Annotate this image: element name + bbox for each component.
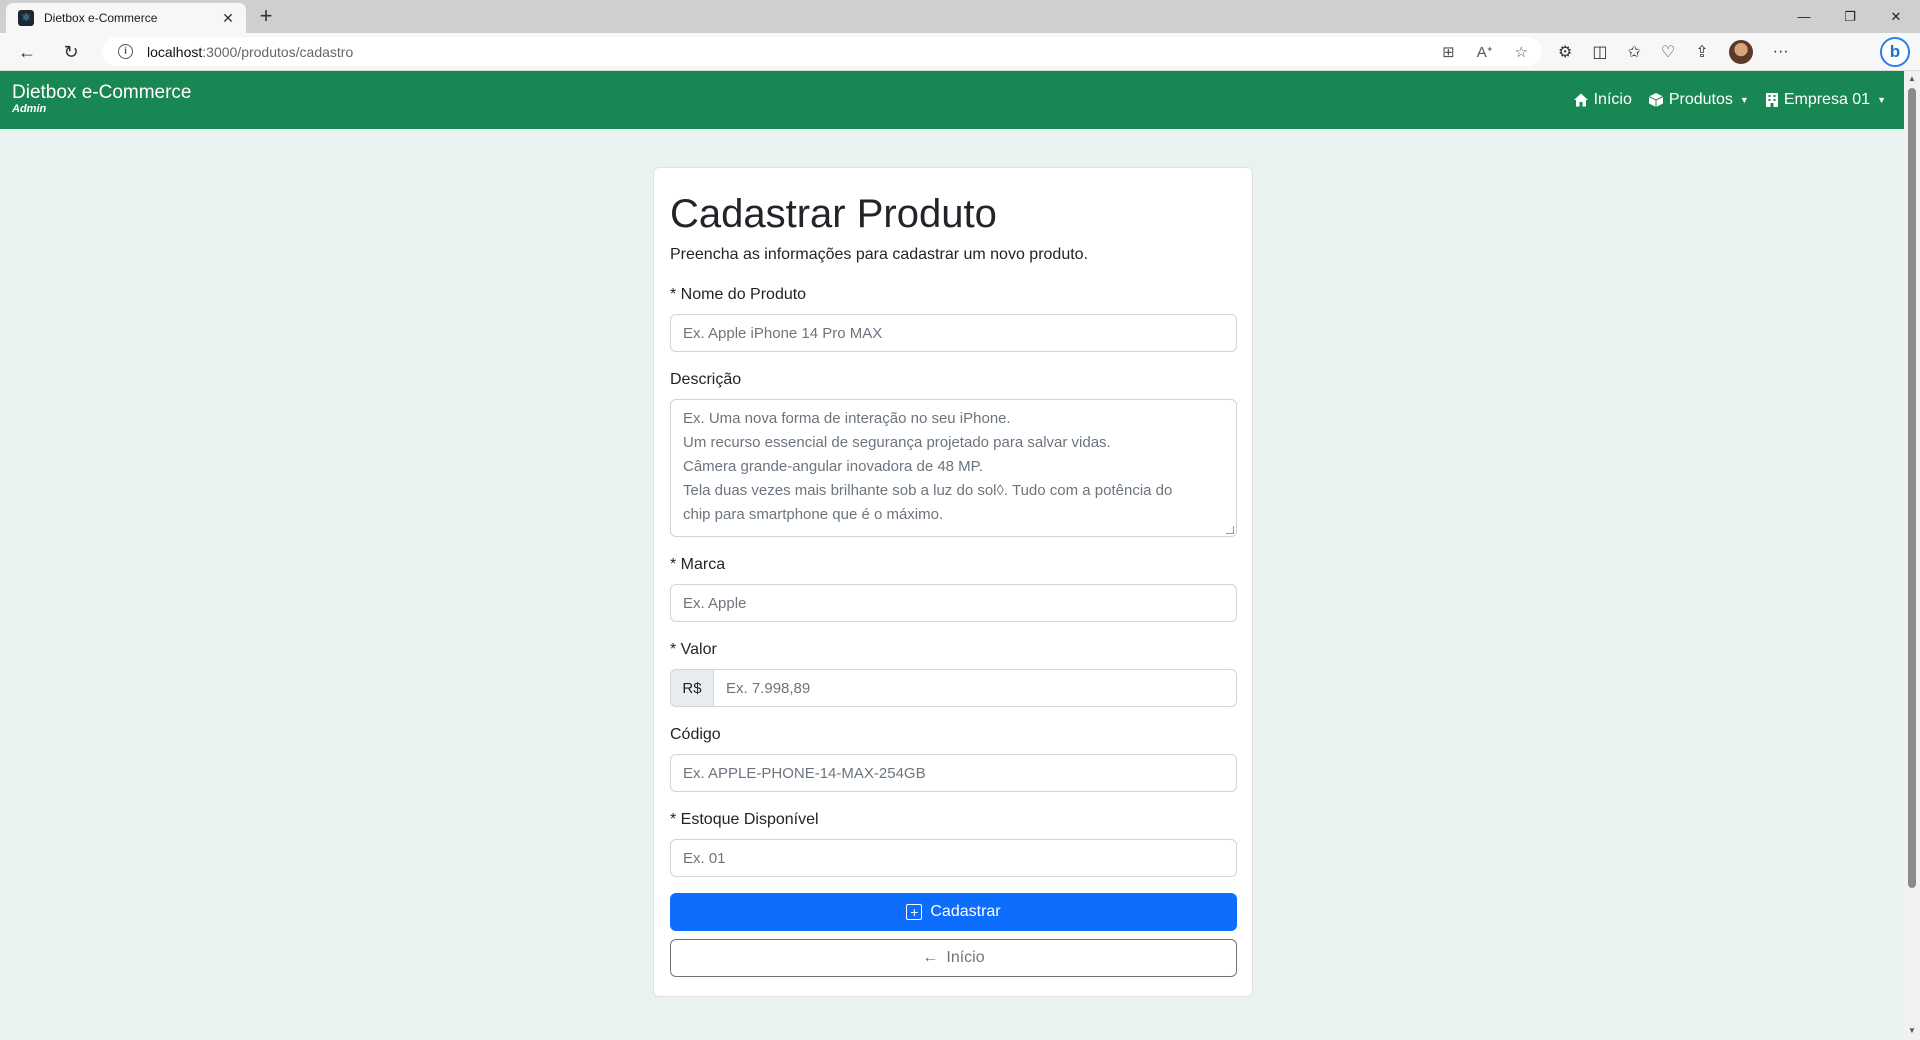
arrow-left-icon: ←: [922, 949, 939, 966]
descricao-textarea[interactable]: Ex. Uma nova forma de interação no seu i…: [670, 399, 1237, 537]
site-info-icon[interactable]: i: [118, 44, 133, 59]
browser-essentials-icon[interactable]: ♡: [1661, 42, 1675, 62]
plus-square-icon: +: [906, 904, 923, 920]
descricao-placeholder-line: Ex. Uma nova forma de interação no seu i…: [683, 410, 1011, 427]
reload-icon[interactable]: ↻: [58, 40, 84, 64]
chevron-down-icon: ▼: [1877, 95, 1886, 105]
app-navbar: Dietbox e-Commerce Admin Início Produtos…: [0, 71, 1904, 129]
back-arrow-icon[interactable]: ←: [14, 40, 40, 64]
nav-inicio[interactable]: Início: [1573, 91, 1632, 109]
brand[interactable]: Dietbox e-Commerce Admin: [12, 83, 192, 116]
resize-handle-icon[interactable]: [1226, 526, 1234, 534]
close-tab-icon[interactable]: ✕: [220, 10, 236, 27]
form-description: Preencha as informações para cadastrar u…: [670, 246, 1089, 263]
read-aloud-icon[interactable]: Aᐩ: [1477, 43, 1493, 61]
favorite-star-icon[interactable]: ☆: [1515, 43, 1528, 61]
brand-subtitle: Admin: [12, 103, 47, 115]
app-available-icon[interactable]: ⊞: [1442, 43, 1455, 61]
nav-produtos-label: Produtos: [1668, 91, 1733, 108]
home-icon: [1573, 93, 1588, 107]
marca-input[interactable]: Ex. Apple: [670, 584, 1237, 622]
estoque-input[interactable]: Ex. 01: [670, 839, 1237, 877]
tab-title: Dietbox e-Commerce: [44, 11, 158, 25]
field-valor: * Valor R$ Ex. 7.998,89: [670, 638, 1237, 707]
product-form-card: Cadastrar Produto Preencha as informaçõe…: [653, 167, 1253, 997]
field-descricao: Descrição Ex. Uma nova forma de interaçã…: [670, 368, 1237, 537]
nome-input[interactable]: Ex. Apple iPhone 14 Pro MAX: [670, 314, 1237, 352]
valor-input-group: R$ Ex. 7.998,89: [670, 669, 1237, 707]
codigo-input[interactable]: Ex. APPLE-PHONE-14-MAX-254GB: [670, 754, 1237, 792]
field-codigo: Código Ex. APPLE-PHONE-14-MAX-254GB: [670, 723, 1237, 792]
marca-label: * Marca: [670, 556, 726, 573]
descricao-label: Descrição: [670, 371, 742, 388]
scroll-down-icon[interactable]: ▼: [1904, 1024, 1920, 1038]
nav-produtos-dropdown[interactable]: Produtos ▼: [1648, 91, 1749, 109]
scrollbar-thumb[interactable]: [1908, 88, 1916, 888]
back-to-home-button[interactable]: ← Início: [670, 939, 1237, 977]
descricao-placeholder-line: Tela duas vezes mais brilhante sob a luz…: [683, 482, 1173, 499]
bing-copilot-icon[interactable]: b: [1880, 37, 1910, 67]
browser-tab-bar: ⚛ Dietbox e-Commerce ✕ + — ❐ ✕: [0, 0, 1920, 33]
share-icon[interactable]: ⇪: [1695, 42, 1708, 62]
new-tab-button[interactable]: +: [252, 4, 280, 28]
cadastrar-label: Cadastrar: [930, 903, 1001, 920]
url-host: localhost: [147, 43, 203, 60]
estoque-label: * Estoque Disponível: [670, 811, 819, 828]
field-estoque: * Estoque Disponível Ex. 01: [670, 808, 1237, 877]
browser-tab[interactable]: ⚛ Dietbox e-Commerce ✕: [6, 3, 246, 33]
valor-label: * Valor: [670, 641, 717, 658]
valor-input[interactable]: Ex. 7.998,89: [714, 669, 1237, 707]
react-favicon-icon: ⚛: [18, 10, 34, 26]
nome-label: * Nome do Produto: [670, 286, 807, 303]
url-path: :3000/produtos/cadastro: [202, 43, 354, 60]
brand-title: Dietbox e-Commerce: [12, 82, 192, 103]
more-options-icon[interactable]: ···: [1773, 43, 1789, 61]
minimize-icon[interactable]: —: [1782, 0, 1826, 33]
currency-prefix: R$: [670, 669, 714, 707]
descricao-placeholder-line: Câmera grande-angular inovadora de 48 MP…: [683, 458, 983, 475]
box-icon: [1648, 93, 1664, 107]
browser-toolbar: ← ↻ i localhost:3000/produtos/cadastro ⊞…: [0, 33, 1920, 71]
address-bar[interactable]: i localhost:3000/produtos/cadastro ⊞ Aᐩ …: [102, 37, 1542, 66]
close-window-icon[interactable]: ✕: [1874, 0, 1918, 33]
codigo-label: Código: [670, 726, 721, 743]
restore-icon[interactable]: ❐: [1828, 0, 1872, 33]
profile-avatar[interactable]: [1728, 40, 1753, 64]
favorites-icon[interactable]: ✩: [1627, 42, 1640, 62]
nav-empresa-label: Empresa 01: [1783, 91, 1871, 108]
cadastrar-button[interactable]: + Cadastrar: [670, 893, 1237, 931]
chevron-down-icon: ▼: [1739, 95, 1749, 105]
extensions-icon[interactable]: ⚙: [1558, 42, 1572, 62]
building-icon: [1765, 93, 1778, 107]
field-marca: * Marca Ex. Apple: [670, 553, 1237, 622]
field-nome: * Nome do Produto Ex. Apple iPhone 14 Pr…: [670, 283, 1237, 352]
scroll-up-icon[interactable]: ▲: [1904, 72, 1920, 86]
page-title: Cadastrar Produto: [670, 192, 997, 236]
descricao-placeholder-line: chip para smartphone que é o máximo.: [683, 506, 944, 523]
back-label: Início: [946, 949, 985, 966]
nav-inicio-label: Início: [1593, 91, 1632, 108]
descricao-placeholder-line: Um recurso essencial de segurança projet…: [683, 434, 1111, 451]
split-screen-icon[interactable]: ◫: [1592, 42, 1607, 62]
nav-empresa-dropdown[interactable]: Empresa 01 ▼: [1765, 91, 1886, 109]
